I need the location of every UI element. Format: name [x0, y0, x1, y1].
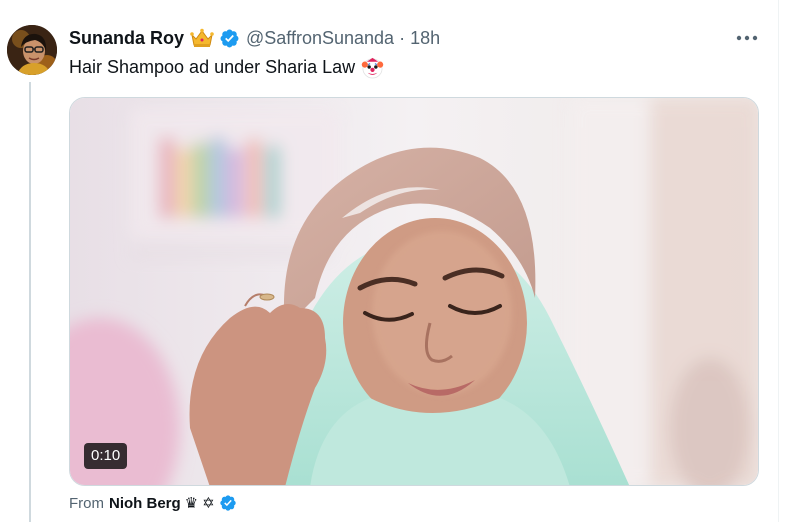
- more-horizontal-icon: [736, 35, 758, 41]
- video-player[interactable]: [69, 97, 759, 486]
- source-author-link[interactable]: Nioh Berg: [109, 495, 181, 512]
- star-of-david-icon: ✡: [202, 495, 215, 512]
- video-duration-badge: 0:10: [84, 443, 128, 469]
- column-divider: [778, 0, 779, 522]
- from-label: From: [69, 494, 104, 512]
- tweet-header: Sunanda Roy @SaffronSunanda · 18h: [69, 24, 440, 52]
- tweet-card[interactable]: Sunanda Roy @SaffronSunanda · 18h Hair S…: [0, 0, 809, 522]
- more-options-button[interactable]: [733, 26, 761, 50]
- thread-connector-line: [29, 82, 31, 522]
- tweet-text-body: Hair Shampoo ad under Sharia Law: [69, 57, 356, 77]
- crown-icon: [190, 28, 214, 48]
- avatar[interactable]: [7, 25, 57, 75]
- separator-dot: ·: [399, 27, 406, 48]
- verified-badge-icon[interactable]: [219, 494, 237, 512]
- verified-badge-icon[interactable]: [219, 28, 240, 49]
- author-display-name[interactable]: Sunanda Roy: [69, 28, 184, 49]
- media-attribution: From Nioh Berg ♛ ✡: [69, 492, 237, 514]
- clown-face-icon: [361, 56, 384, 79]
- video-thumbnail: [70, 98, 758, 485]
- author-handle[interactable]: @SaffronSunanda: [246, 28, 394, 49]
- tweet-text: Hair Shampoo ad under Sharia Law: [69, 56, 384, 79]
- queen-chess-icon: ♛: [184, 495, 199, 512]
- tweet-timestamp[interactable]: 18h: [410, 28, 440, 49]
